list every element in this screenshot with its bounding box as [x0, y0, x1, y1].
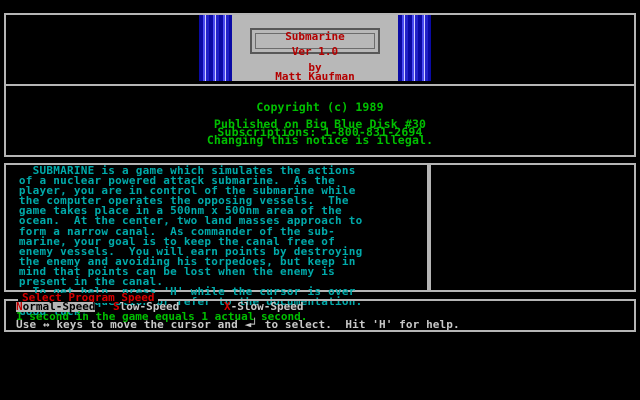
game-version: Ver 1.0 — [291, 45, 339, 58]
help-line: Use ↔ keys to move the cursor and ◄┘ to … — [16, 318, 460, 331]
game-title: Submarine — [285, 30, 345, 43]
header-divider — [6, 84, 634, 86]
author-name: Matt Kaufman — [275, 70, 355, 81]
copyright-line: Copyright (c) 1989 — [256, 100, 384, 114]
notice-line: Changing this notice is illegal. — [206, 133, 434, 147]
side-panel — [429, 163, 636, 292]
title-card: Submarine Ver 1.0 by Matt Kaufman — [199, 15, 431, 81]
